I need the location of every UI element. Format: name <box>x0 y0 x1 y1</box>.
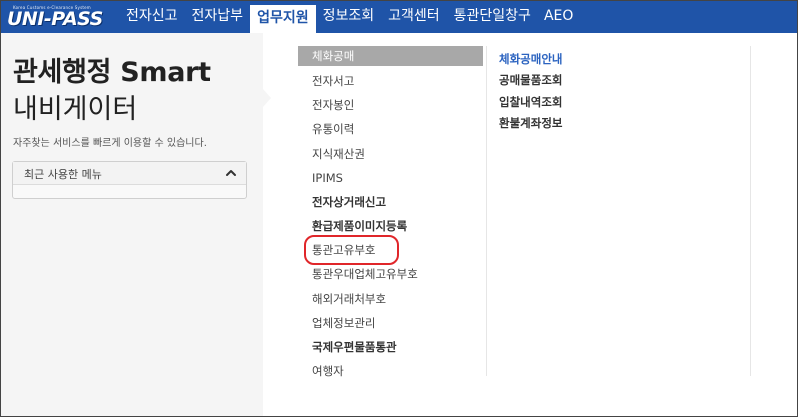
submenu-item-2[interactable]: 입찰내역조회 <box>499 92 562 112</box>
nav-item-3[interactable]: 정보조회 <box>316 1 382 33</box>
recent-menu-label: 최근 사용한 메뉴 <box>24 168 102 181</box>
menu-item-4[interactable]: 지식재산권 <box>298 144 483 164</box>
menu-item-8[interactable]: 통관고유부호 <box>298 240 483 260</box>
nav-item-5[interactable]: 통관단일창구 <box>447 1 538 33</box>
smart-navigator-panel: 관세행정 Smart 내비게이터 자주찾는 서비스를 빠르게 이용할 수 있습니… <box>1 33 263 416</box>
menu-item-9[interactable]: 통관우대업체고유부호 <box>298 264 483 284</box>
nav-item-1[interactable]: 전자납부 <box>185 1 251 33</box>
nav-item-4[interactable]: 고객센터 <box>381 1 447 33</box>
column-divider <box>750 46 751 376</box>
menu-item-5[interactable]: IPIMS <box>298 168 483 188</box>
app-window: Korea Customs e-Clearance System UNI-PAS… <box>0 0 798 417</box>
nav-item-2[interactable]: 업무지원 <box>250 2 316 33</box>
nav-item-0[interactable]: 전자신고 <box>119 1 185 33</box>
menu-item-7[interactable]: 환급제품이미지등록 <box>298 216 483 236</box>
unipass-logo[interactable]: Korea Customs e-Clearance System UNI-PAS… <box>7 5 117 31</box>
recent-menu-header[interactable]: 최근 사용한 메뉴 <box>13 162 246 185</box>
nav-item-6[interactable]: AEO <box>538 1 579 33</box>
page-title-line2: 내비게이터 <box>13 94 138 125</box>
recent-menu-panel: 최근 사용한 메뉴 <box>12 161 247 199</box>
top-navigation-bar: Korea Customs e-Clearance System UNI-PAS… <box>1 1 797 33</box>
menu-item-2[interactable]: 전자봉인 <box>298 95 483 115</box>
menu-item-13[interactable]: 여행자 <box>298 361 483 381</box>
menu-item-1[interactable]: 전자서고 <box>298 71 483 91</box>
main-menu: 전자신고 전자납부 업무지원 정보조회 고객센터 통관단일창구 AEO <box>119 1 579 33</box>
panel-pointer-arrow <box>263 89 271 107</box>
menu-item-12[interactable]: 국제우편물품통관 <box>298 337 483 357</box>
chevron-up-icon[interactable] <box>224 166 238 180</box>
logo-wordmark: UNI-PASS <box>7 8 103 30</box>
menu-item-10[interactable]: 해외거래처부호 <box>298 289 483 309</box>
menu-item-6[interactable]: 전자상거래신고 <box>298 192 483 212</box>
menu-item-0[interactable]: 체화공매 <box>298 46 483 66</box>
column-divider <box>486 46 487 376</box>
submenu-item-1[interactable]: 공매물품조회 <box>499 70 562 90</box>
menu-item-11[interactable]: 업체정보관리 <box>298 313 483 333</box>
menu-item-3[interactable]: 유통이력 <box>298 119 483 139</box>
page-title: 관세행정 Smart <box>13 57 211 88</box>
submenu-item-0[interactable]: 체화공매안내 <box>499 49 562 69</box>
submenu-item-3[interactable]: 환불계좌정보 <box>499 113 562 133</box>
page-subtitle: 자주찾는 서비스를 빠르게 이용할 수 있습니다. <box>13 138 207 149</box>
